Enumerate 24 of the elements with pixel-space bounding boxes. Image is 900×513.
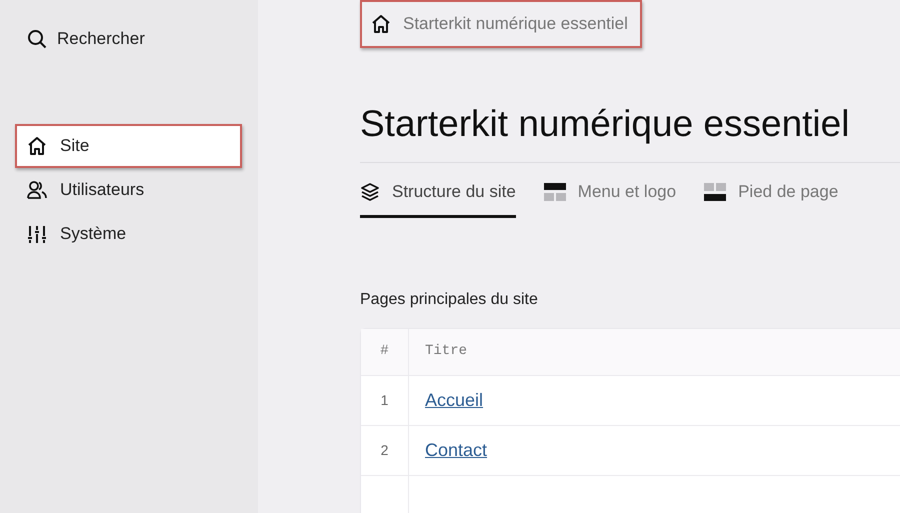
layers-icon (360, 182, 380, 202)
row-number: 1 (380, 390, 388, 410)
sidebar-item[interactable]: Site (15, 124, 242, 168)
search-icon (27, 29, 47, 49)
row-number: 2 (380, 440, 388, 460)
sidebar-item[interactable]: Système (15, 212, 242, 256)
users-icon (27, 180, 47, 200)
page-title: Starterkit numérique essentiel (360, 102, 850, 146)
breadcrumb-link[interactable]: Starterkit numérique essentiel (360, 0, 642, 48)
sidebar-item[interactable]: Utilisateurs (15, 168, 242, 212)
section-title: Pages principales du site (360, 290, 539, 310)
tab[interactable]: Menu et logo (544, 163, 676, 218)
layout-icon (544, 182, 566, 201)
house-icon (371, 14, 391, 34)
layout-icon (704, 182, 726, 201)
tab[interactable]: Structure du site (360, 163, 516, 218)
search-link[interactable]: Rechercher (15, 24, 242, 54)
house-icon (27, 136, 47, 156)
column-header: # (380, 342, 389, 361)
page-link[interactable]: Accueil (425, 386, 484, 414)
column-header: Titre (425, 342, 468, 361)
tab[interactable]: Pied de page (704, 163, 838, 218)
sliders-icon (27, 224, 47, 244)
page-link[interactable]: Contact (425, 436, 488, 464)
